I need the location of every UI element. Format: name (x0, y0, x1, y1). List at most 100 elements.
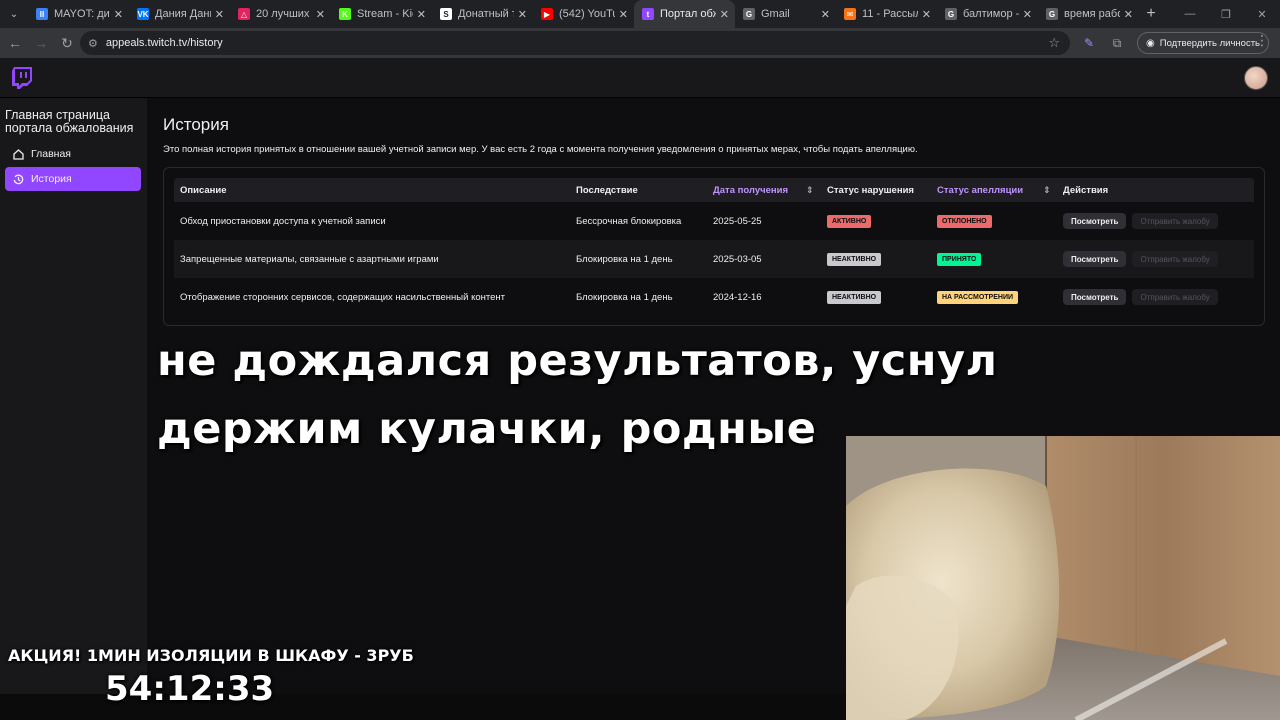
browser-tab[interactable]: Gбалтимор - По ✕ (937, 0, 1038, 28)
browser-menu-icon[interactable]: ⋮ (1252, 32, 1272, 49)
browser-tab[interactable]: S Донатный тай ✕ (432, 0, 533, 28)
column-header-appeal-status[interactable]: Статус апелляции ⇕ (937, 178, 1051, 202)
sidebar-title: Главная страница портала обжалования (5, 108, 134, 135)
history-table-card: Описание Последствие Дата получения ⇕ Ст… (163, 167, 1265, 326)
tab-close-icon[interactable]: ✕ (821, 8, 830, 21)
table-row: Обход приостановки доступа к учетной зап… (174, 202, 1254, 240)
submit-appeal-button[interactable]: Отправить жалобу (1132, 289, 1218, 305)
sidebar-item-label: История (31, 173, 72, 185)
view-button[interactable]: Посмотреть (1063, 251, 1127, 267)
tab-close-icon[interactable]: ✕ (922, 8, 931, 21)
view-button[interactable]: Посмотреть (1063, 213, 1127, 229)
tab-favicon-icon: VK (137, 8, 149, 20)
tab-close-icon[interactable]: ✕ (720, 8, 729, 21)
column-header-date[interactable]: Дата получения ⇕ (713, 178, 814, 202)
tab-close-icon[interactable]: ✕ (619, 8, 628, 21)
browser-toolbar: ← → ↻ ⚙ appeals.twitch.tv/history ☆ ✎ ⧉ … (0, 28, 1280, 58)
tab-close-icon[interactable]: ✕ (417, 8, 426, 21)
profile-icon: ◉ (1146, 37, 1155, 49)
bookmark-star-icon[interactable]: ☆ (1048, 35, 1060, 51)
browser-tab[interactable]: VK Дания Данилов ✕ (129, 0, 230, 28)
countdown-timer: 54:12:33 (105, 669, 275, 709)
appeal-status-badge: НА РАССМОТРЕНИИ (937, 290, 1019, 304)
browser-tab[interactable]: △ 20 лучших пр ✕ (230, 0, 331, 28)
column-header-appeal-label: Статус апелляции (937, 184, 1024, 196)
sort-icon[interactable]: ⇕ (1043, 185, 1051, 196)
cell-date: 2025-05-25 (713, 215, 762, 227)
cell-description: Отображение сторонних сервисов, содержащ… (180, 291, 505, 303)
browser-tab[interactable]: K Stream - Kick ✕ (331, 0, 432, 28)
submit-appeal-button[interactable]: Отправить жалобу (1132, 213, 1218, 229)
history-icon (12, 173, 24, 185)
restore-icon[interactable]: ❐ (1208, 0, 1244, 28)
cell-description: Запрещенные материалы, связанные с азарт… (180, 253, 439, 265)
table-row: Запрещенные материалы, связанные с азарт… (174, 240, 1254, 278)
tab-favicon-icon: K (339, 8, 351, 20)
extensions-area: ✎ ⧉ (1078, 32, 1128, 54)
extensions-puzzle-icon[interactable]: ⧉ (1106, 32, 1128, 54)
tab-title: (542) YouTube (559, 8, 615, 20)
reload-icon[interactable]: ↻ (54, 30, 80, 56)
tab-close-icon[interactable]: ✕ (316, 8, 325, 21)
close-window-icon[interactable]: ✕ (1244, 0, 1280, 28)
new-tab-button[interactable]: + (1139, 0, 1163, 28)
sidebar-item-home[interactable]: Главная (5, 142, 141, 166)
site-info-icon[interactable]: ⚙ (88, 37, 98, 50)
violation-status-badge: АКТИВНО (827, 214, 872, 228)
sort-icon[interactable]: ⇕ (806, 185, 814, 196)
tab-search-icon[interactable]: ⌄ (0, 0, 28, 28)
browser-tab[interactable]: II MAYOT: дискорд ✕ (28, 0, 129, 28)
stream-caption-line-1: не дождался результатов, уснул (157, 336, 998, 386)
cell-consequence: Блокировка на 1 день (576, 253, 673, 265)
tab-favicon-icon: ▶ (541, 8, 553, 20)
browser-tab[interactable]: ✉ 11 - Рассылки ✕ (836, 0, 937, 28)
cell-date: 2024-12-16 (713, 291, 762, 303)
column-header-description: Описание (180, 184, 227, 196)
tab-close-icon[interactable]: ✕ (1124, 8, 1133, 21)
view-button[interactable]: Посмотреть (1063, 289, 1127, 305)
promo-text: АКЦИЯ! 1МИН ИЗОЛЯЦИИ В ШКАФУ - 3РУБ (8, 646, 414, 665)
minimize-icon[interactable]: — (1172, 0, 1208, 28)
verify-identity-button[interactable]: ◉ Подтвердить личность (1137, 32, 1269, 54)
sidebar-item-history[interactable]: История (5, 167, 141, 191)
tab-favicon-icon: S (440, 8, 452, 20)
page-description: Это полная история принятых в отношении … (163, 144, 918, 155)
forward-icon[interactable]: → (28, 30, 54, 56)
url-text[interactable]: appeals.twitch.tv/history (106, 37, 223, 49)
webcam-feed (846, 436, 1280, 720)
browser-tab[interactable]: G Gmail ✕ (735, 0, 836, 28)
column-header-violation-status: Статус нарушения (827, 184, 914, 196)
tab-close-icon[interactable]: ✕ (215, 8, 224, 21)
page-title: История (163, 115, 229, 134)
violation-status-badge: НЕАКТИВНО (827, 290, 882, 304)
tab-title: время работы (1064, 8, 1120, 20)
browser-tab[interactable]: t Портал обжал ✕ (634, 0, 735, 28)
sidebar: Главная страница портала обжалования Гла… (0, 98, 147, 720)
tab-title: Донатный тай (458, 8, 514, 20)
twitch-logo-icon[interactable] (12, 67, 32, 89)
tab-title: Дания Данилов (155, 8, 211, 20)
pen-extension-icon[interactable]: ✎ (1078, 32, 1100, 54)
address-bar[interactable]: ⚙ appeals.twitch.tv/history ☆ (80, 31, 1070, 55)
cell-description: Обход приостановки доступа к учетной зап… (180, 215, 386, 227)
verify-identity-label: Подтвердить личность (1159, 37, 1260, 49)
back-icon[interactable]: ← (2, 30, 28, 56)
violation-status-badge: НЕАКТИВНО (827, 252, 882, 266)
browser-tab-strip: ⌄ II MAYOT: дискорд ✕ VK Дания Данилов ✕ △ 20 л… (0, 0, 1280, 28)
stream-caption-line-2: держим кулачки, родные (157, 404, 817, 454)
tab-title: Stream - Kick (357, 8, 413, 20)
tab-close-icon[interactable]: ✕ (1023, 8, 1032, 21)
home-icon (12, 148, 24, 160)
tab-favicon-icon: G (1046, 8, 1058, 20)
browser-tab[interactable]: ▶ (542) YouTube ✕ (533, 0, 634, 28)
tab-favicon-icon: ✉ (844, 8, 856, 20)
tab-close-icon[interactable]: ✕ (518, 8, 527, 21)
column-header-actions: Действия (1063, 184, 1109, 196)
user-avatar[interactable] (1244, 66, 1268, 90)
twitch-top-nav (0, 58, 1280, 98)
tab-close-icon[interactable]: ✕ (114, 8, 123, 21)
submit-appeal-button[interactable]: Отправить жалобу (1132, 251, 1218, 267)
browser-tab[interactable]: Gвремя работы ✕ (1038, 0, 1139, 28)
history-table: Описание Последствие Дата получения ⇕ Ст… (174, 178, 1254, 316)
column-header-consequence: Последствие (576, 184, 638, 196)
